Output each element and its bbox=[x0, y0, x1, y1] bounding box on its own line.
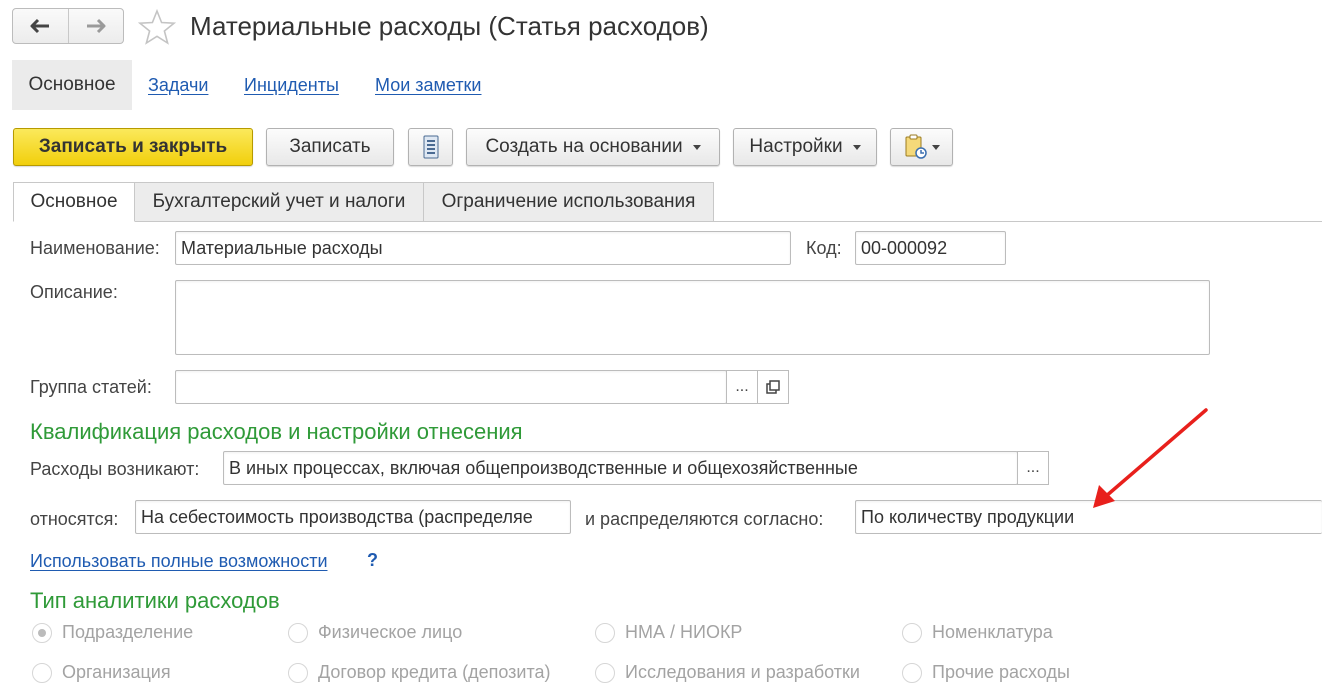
description-label: Описание: bbox=[30, 282, 118, 302]
arrow-right-icon bbox=[86, 18, 106, 34]
save-label: Записать bbox=[289, 136, 371, 157]
save-button[interactable]: Записать bbox=[266, 128, 394, 166]
help-icon[interactable]: ? bbox=[367, 550, 378, 571]
name-field[interactable]: Материальные расходы bbox=[175, 231, 791, 265]
document-list-icon bbox=[423, 135, 438, 159]
tab-divider bbox=[713, 221, 1322, 222]
radio-selected-dot bbox=[38, 628, 46, 637]
ellipsis-icon: ... bbox=[1026, 459, 1040, 476]
radio-option-organization[interactable]: Организация bbox=[32, 662, 171, 683]
clipboard-add-icon bbox=[905, 134, 927, 159]
open-window-icon bbox=[766, 380, 780, 394]
top-tab-incidents[interactable]: Инциденты bbox=[244, 60, 339, 110]
settings-button[interactable]: Настройки bbox=[733, 128, 877, 166]
group-field[interactable] bbox=[175, 370, 727, 404]
settings-label: Настройки bbox=[749, 136, 843, 157]
radio-circle bbox=[288, 662, 308, 683]
radio-option-individual[interactable]: Физическое лицо bbox=[288, 622, 462, 643]
radio-option-label: Исследования и разработки bbox=[625, 662, 860, 682]
radio-circle bbox=[902, 622, 922, 643]
radio-circle bbox=[32, 622, 52, 643]
name-label: Наименование: bbox=[30, 238, 160, 258]
radio-option-label: Организация bbox=[62, 662, 171, 682]
radio-circle bbox=[902, 662, 922, 683]
form-tab-usage-limits[interactable]: Ограничение использования bbox=[423, 182, 714, 222]
ellipsis-icon: ... bbox=[735, 378, 749, 395]
attachments-button[interactable] bbox=[890, 128, 953, 166]
arise-label: Расходы возникают: bbox=[30, 459, 200, 479]
arrow-left-icon bbox=[30, 18, 50, 34]
distribute-label: и распределяются согласно: bbox=[585, 509, 824, 529]
relate-label: относятся: bbox=[30, 509, 119, 529]
arise-select-button[interactable]: ... bbox=[1017, 451, 1049, 485]
radio-option-label: Номенклатура bbox=[932, 622, 1053, 642]
form-tab-main[interactable]: Основное bbox=[13, 182, 135, 222]
radio-option-nomenclature[interactable]: Номенклатура bbox=[902, 622, 1053, 643]
save-and-close-label: Записать и закрыть bbox=[38, 136, 228, 157]
radio-circle bbox=[595, 662, 615, 683]
list-button[interactable] bbox=[408, 128, 453, 166]
save-and-close-button[interactable]: Записать и закрыть bbox=[13, 128, 253, 166]
radio-option-other-expenses[interactable]: Прочие расходы bbox=[902, 662, 1070, 683]
annotation-arrow-icon bbox=[1093, 408, 1208, 508]
group-label: Группа статей: bbox=[30, 377, 152, 397]
create-based-on-label: Создать на основании bbox=[485, 136, 683, 157]
radio-option-label: Прочие расходы bbox=[932, 662, 1070, 682]
radio-option-credit-contract[interactable]: Договор кредита (депозита) bbox=[288, 662, 551, 683]
radio-option-label: Подразделение bbox=[62, 622, 194, 642]
code-label: Код: bbox=[806, 238, 842, 258]
qualification-section-title: Квалификация расходов и настройки отнесе… bbox=[30, 419, 523, 444]
back-button[interactable] bbox=[13, 9, 68, 43]
radio-option-label: Физическое лицо bbox=[318, 622, 463, 642]
form-tab-accounting[interactable]: Бухгалтерский учет и налоги bbox=[134, 182, 424, 222]
create-based-on-button[interactable]: Создать на основании bbox=[466, 128, 720, 166]
navigation-buttons bbox=[12, 8, 124, 44]
top-tab-tasks[interactable]: Задачи bbox=[148, 60, 208, 110]
top-tab-notes[interactable]: Мои заметки bbox=[375, 60, 482, 110]
radio-circle bbox=[595, 622, 615, 643]
full-capabilities-link[interactable]: Использовать полные возможности bbox=[30, 551, 328, 572]
radio-circle bbox=[288, 622, 308, 643]
code-field[interactable]: 00-000092 bbox=[855, 231, 1006, 265]
top-tab-main[interactable]: Основное bbox=[12, 60, 132, 110]
favorite-star-icon[interactable] bbox=[137, 8, 177, 50]
radio-option-label: Договор кредита (депозита) bbox=[318, 662, 551, 682]
radio-option-research[interactable]: Исследования и разработки bbox=[595, 662, 860, 683]
group-open-button[interactable] bbox=[757, 370, 789, 404]
relate-field[interactable]: На себестоимость производства (распредел… bbox=[135, 500, 571, 534]
chevron-down-icon bbox=[692, 144, 701, 150]
arise-field[interactable]: В иных процессах, включая общепроизводст… bbox=[223, 451, 1018, 485]
chevron-down-icon bbox=[852, 144, 861, 150]
radio-option-intangible[interactable]: НМА / НИОКР bbox=[595, 622, 742, 643]
radio-option-label: НМА / НИОКР bbox=[625, 622, 743, 642]
page-title: Материальные расходы (Статья расходов) bbox=[190, 11, 709, 41]
analytics-section-title: Тип аналитики расходов bbox=[30, 588, 280, 613]
chevron-down-icon bbox=[931, 144, 940, 150]
group-select-button[interactable]: ... bbox=[726, 370, 758, 404]
radio-circle bbox=[32, 662, 52, 683]
forward-button[interactable] bbox=[67, 9, 124, 43]
radio-option-department[interactable]: Подразделение bbox=[32, 622, 193, 643]
description-field[interactable] bbox=[175, 280, 1210, 355]
